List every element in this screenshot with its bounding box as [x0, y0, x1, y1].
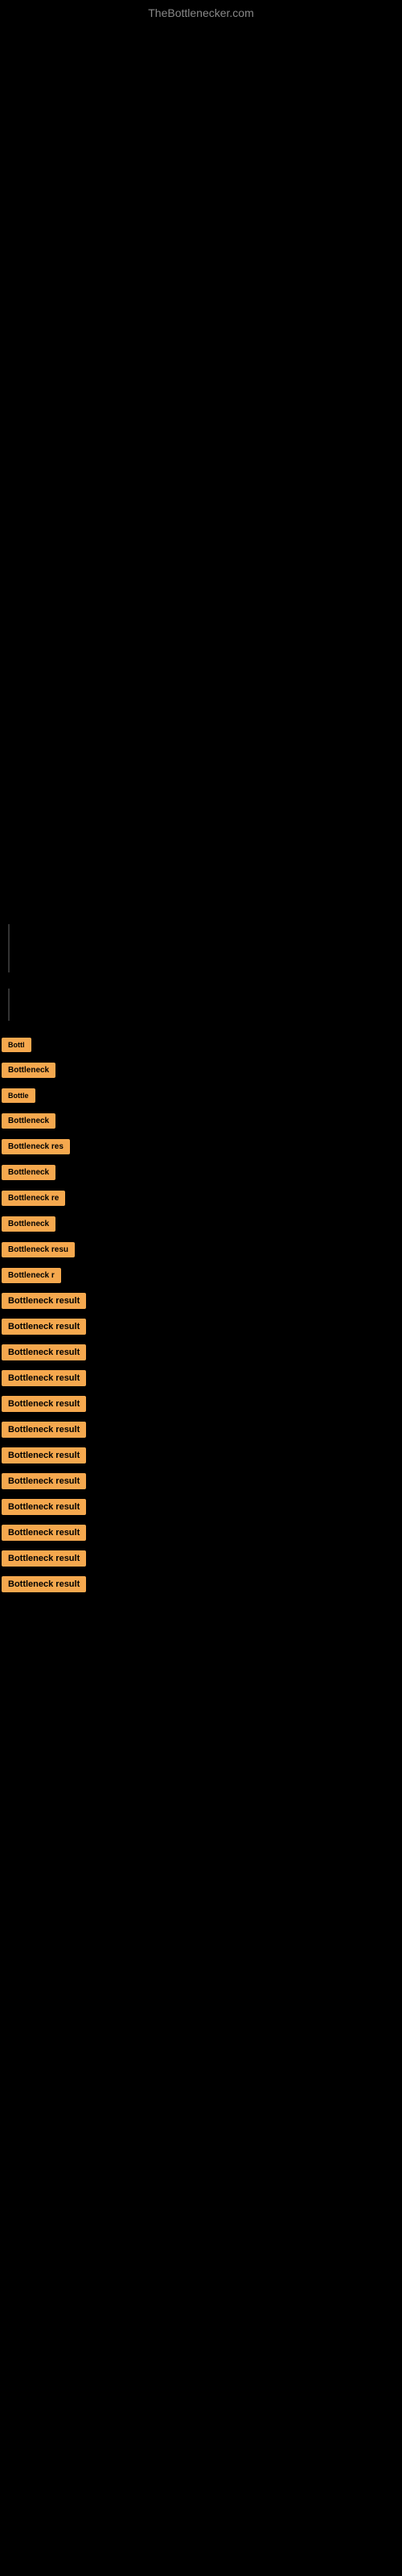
result-item-10: Bottleneck r	[0, 1267, 402, 1283]
result-item-3: Bottle	[0, 1088, 402, 1103]
result-item-16: Bottleneck result	[0, 1422, 402, 1438]
result-badge-20: Bottleneck result	[2, 1525, 86, 1541]
result-badge-21: Bottleneck result	[2, 1550, 86, 1567]
result-item-21: Bottleneck result	[0, 1550, 402, 1567]
chart-area	[0, 23, 402, 473]
result-item-22: Bottleneck result	[0, 1576, 402, 1592]
result-item-13: Bottleneck result	[0, 1344, 402, 1360]
result-badge-16: Bottleneck result	[2, 1422, 86, 1438]
results-container: Bottl Bottleneck Bottle Bottleneck Bottlenec…	[0, 1037, 402, 1592]
result-item-5: Bottleneck res	[0, 1138, 402, 1154]
result-item-17: Bottleneck result	[0, 1447, 402, 1463]
result-item-19: Bottleneck result	[0, 1499, 402, 1515]
result-badge-4: Bottleneck	[2, 1113, 55, 1129]
result-item-20: Bottleneck result	[0, 1525, 402, 1541]
result-item-15: Bottleneck result	[0, 1396, 402, 1412]
result-item-14: Bottleneck result	[0, 1370, 402, 1386]
result-badge-10: Bottleneck r	[2, 1268, 61, 1283]
site-title: TheBottlenecker.com	[0, 0, 402, 23]
result-item-8: Bottleneck	[0, 1216, 402, 1232]
result-badge-9: Bottleneck resu	[2, 1242, 75, 1257]
result-item-7: Bottleneck re	[0, 1190, 402, 1206]
result-badge-1: Bottl	[2, 1038, 31, 1052]
separator-1	[8, 924, 10, 972]
result-item-4: Bottleneck	[0, 1113, 402, 1129]
result-badge-18: Bottleneck result	[2, 1473, 86, 1489]
result-badge-3: Bottle	[2, 1088, 35, 1103]
result-badge-13: Bottleneck result	[2, 1344, 86, 1360]
result-badge-5: Bottleneck res	[2, 1139, 70, 1154]
result-badge-7: Bottleneck re	[2, 1191, 65, 1206]
result-badge-17: Bottleneck result	[2, 1447, 86, 1463]
result-badge-14: Bottleneck result	[2, 1370, 86, 1386]
result-badge-12: Bottleneck result	[2, 1319, 86, 1335]
result-badge-11: Bottleneck result	[2, 1293, 86, 1309]
result-badge-19: Bottleneck result	[2, 1499, 86, 1515]
separator-2	[8, 989, 10, 1021]
result-item-1: Bottl	[0, 1037, 402, 1052]
result-item-11: Bottleneck result	[0, 1293, 402, 1309]
result-badge-2: Bottleneck	[2, 1063, 55, 1078]
result-item-12: Bottleneck result	[0, 1319, 402, 1335]
result-item-18: Bottleneck result	[0, 1473, 402, 1489]
result-badge-8: Bottleneck	[2, 1216, 55, 1232]
result-item-6: Bottleneck	[0, 1164, 402, 1180]
result-item-2: Bottleneck	[0, 1062, 402, 1078]
result-badge-6: Bottleneck	[2, 1165, 55, 1180]
result-badge-15: Bottleneck result	[2, 1396, 86, 1412]
result-item-9: Bottleneck resu	[0, 1241, 402, 1257]
result-badge-22: Bottleneck result	[2, 1576, 86, 1592]
